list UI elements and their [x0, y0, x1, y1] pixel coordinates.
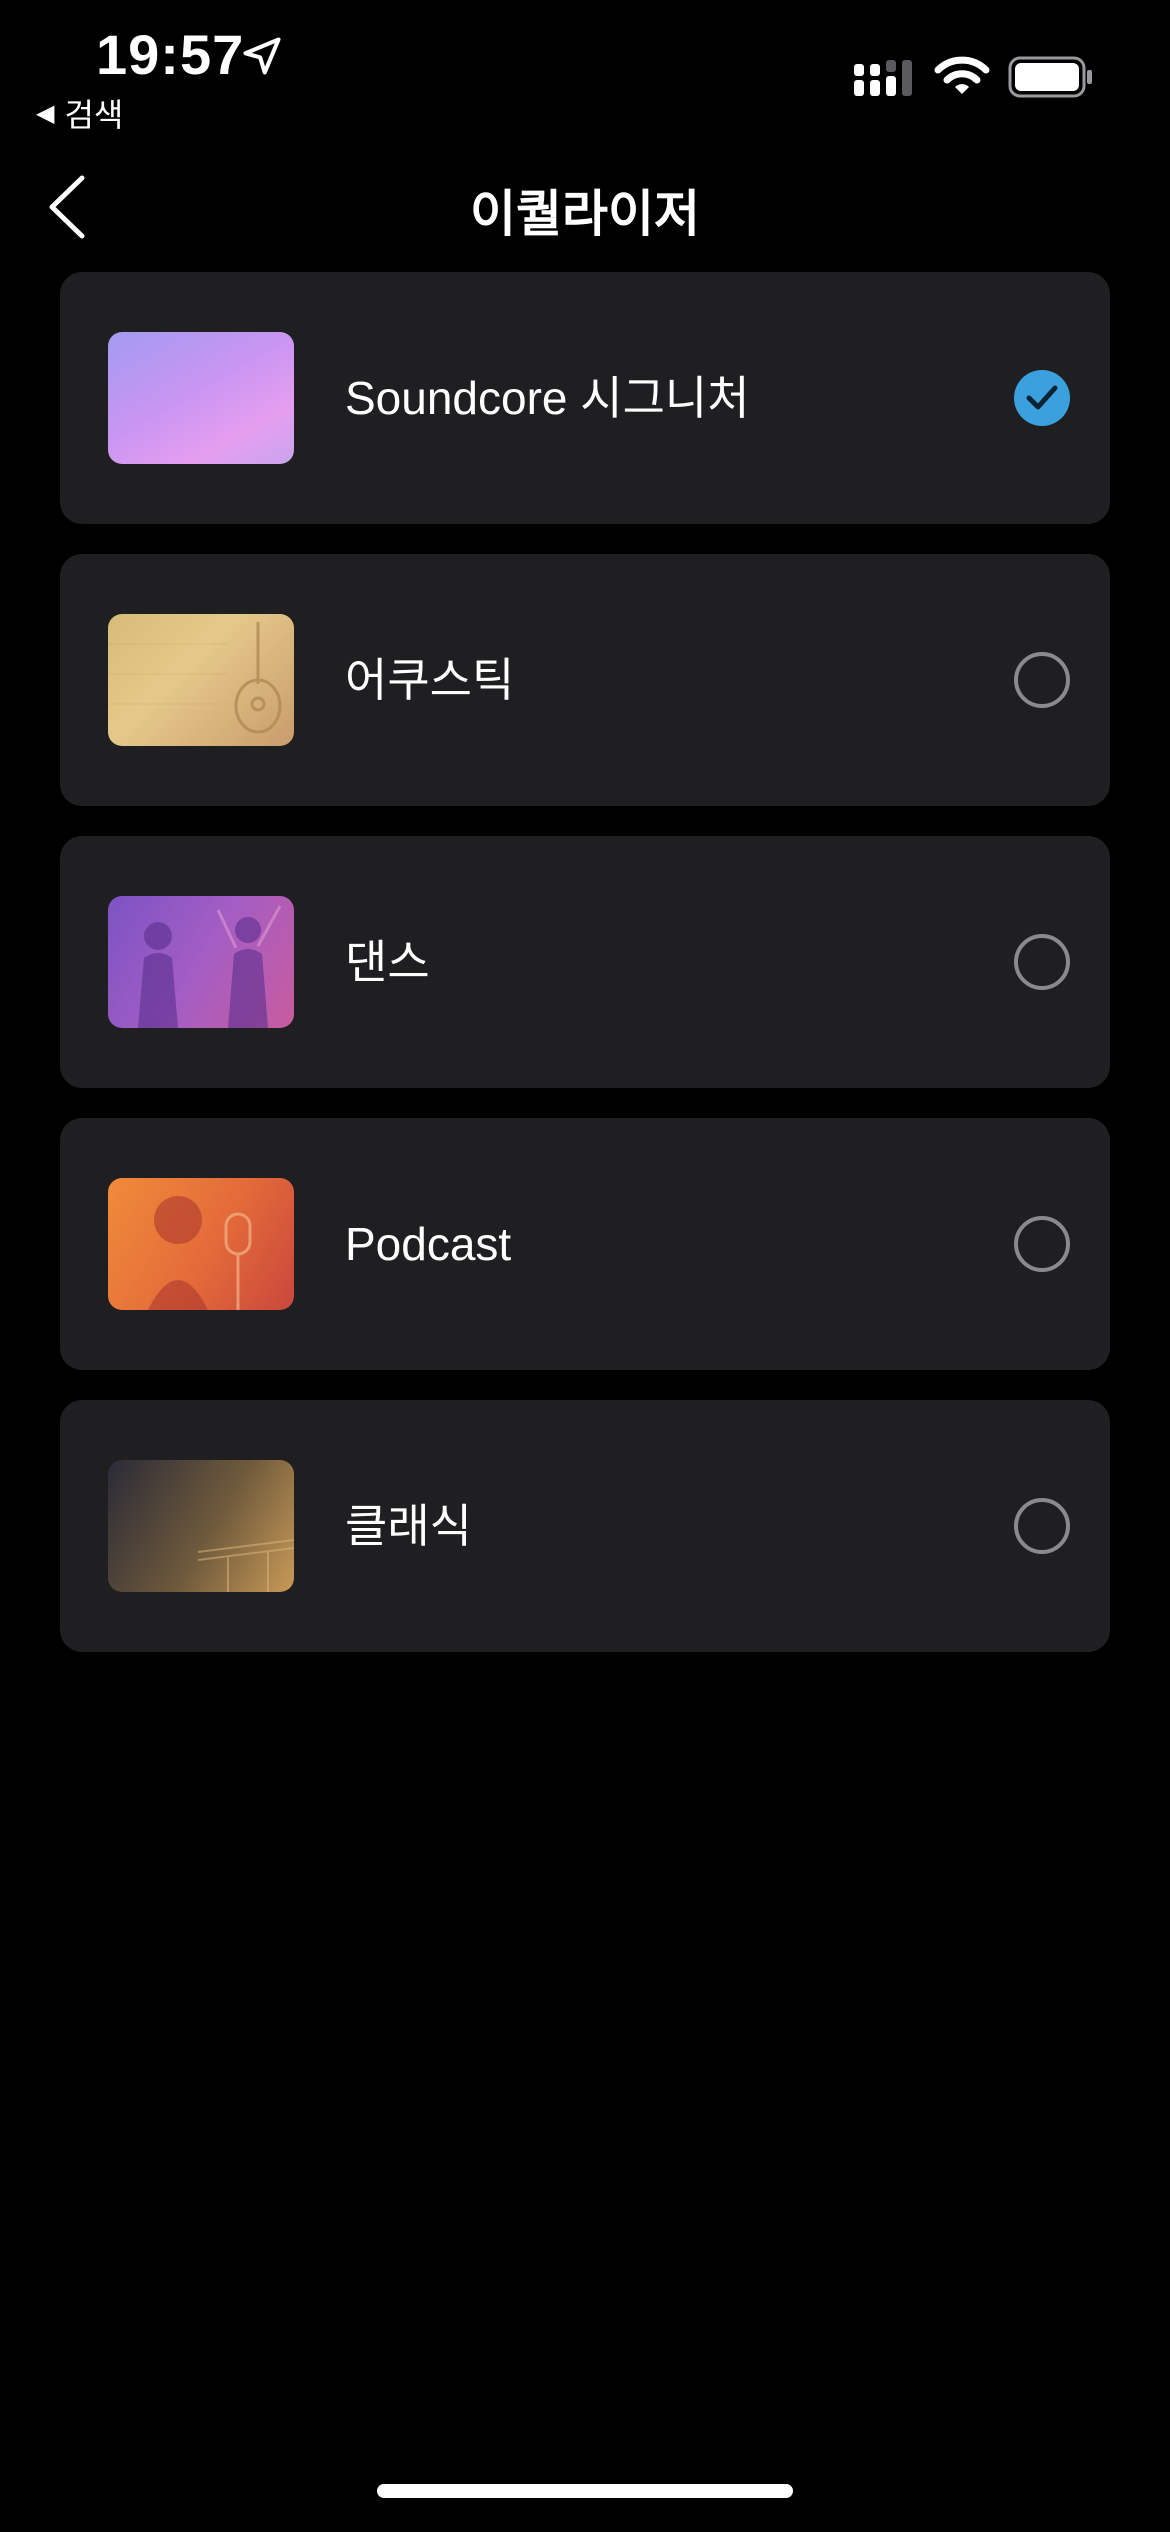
preset-thumbnail-acoustic [108, 614, 294, 746]
location-arrow-icon [243, 37, 281, 75]
preset-label: Soundcore 시그니처 [345, 372, 750, 424]
equalizer-preset-list: Soundcore 시그니처 어쿠스틱 댄스 Podcast 클래식 [60, 272, 1110, 1682]
wifi-icon [934, 56, 990, 94]
status-bar: 19:57 ◀ 검색 [0, 0, 1170, 140]
radio-button[interactable] [1014, 1498, 1070, 1554]
preset-label: Podcast [345, 1218, 512, 1270]
status-time: 19:57 [96, 23, 245, 86]
preset-card-classical[interactable]: 클래식 [60, 1400, 1110, 1652]
radio-button[interactable] [1014, 652, 1070, 708]
preset-card-soundcore-signature[interactable]: Soundcore 시그니처 [60, 272, 1110, 524]
selected-check-icon[interactable] [1014, 370, 1070, 426]
preset-card-podcast[interactable]: Podcast [60, 1118, 1110, 1370]
preset-thumbnail-soundcore [108, 332, 294, 464]
home-indicator[interactable] [377, 2484, 793, 2498]
preset-label: 클래식 [345, 1500, 472, 1552]
preset-card-acoustic[interactable]: 어쿠스틱 [60, 554, 1110, 806]
cellular-signal-icon [854, 60, 912, 96]
guitar-icon [108, 622, 282, 734]
radio-button[interactable] [1014, 1216, 1070, 1272]
back-triangle-icon: ◀ [36, 99, 55, 127]
radio-button[interactable] [1014, 934, 1070, 990]
preset-thumbnail-dance [108, 896, 294, 1028]
preset-thumbnail-podcast [108, 1178, 294, 1310]
preset-label: 댄스 [345, 936, 430, 988]
battery-icon [1008, 56, 1092, 98]
back-to-app-link[interactable]: ◀ 검색 [36, 90, 123, 136]
preset-thumbnail-classical [108, 1460, 294, 1592]
microphone-icon [148, 1196, 252, 1310]
preset-card-dance[interactable]: 댄스 [60, 836, 1110, 1088]
page-title: 이퀄라이저 [470, 186, 700, 242]
piano-icon [197, 1539, 294, 1592]
navigation-bar: 이퀄라이저 [0, 150, 1170, 260]
back-app-label: 검색 [64, 97, 124, 133]
dancers-icon [138, 905, 282, 1028]
preset-label: 어쿠스틱 [345, 654, 515, 706]
